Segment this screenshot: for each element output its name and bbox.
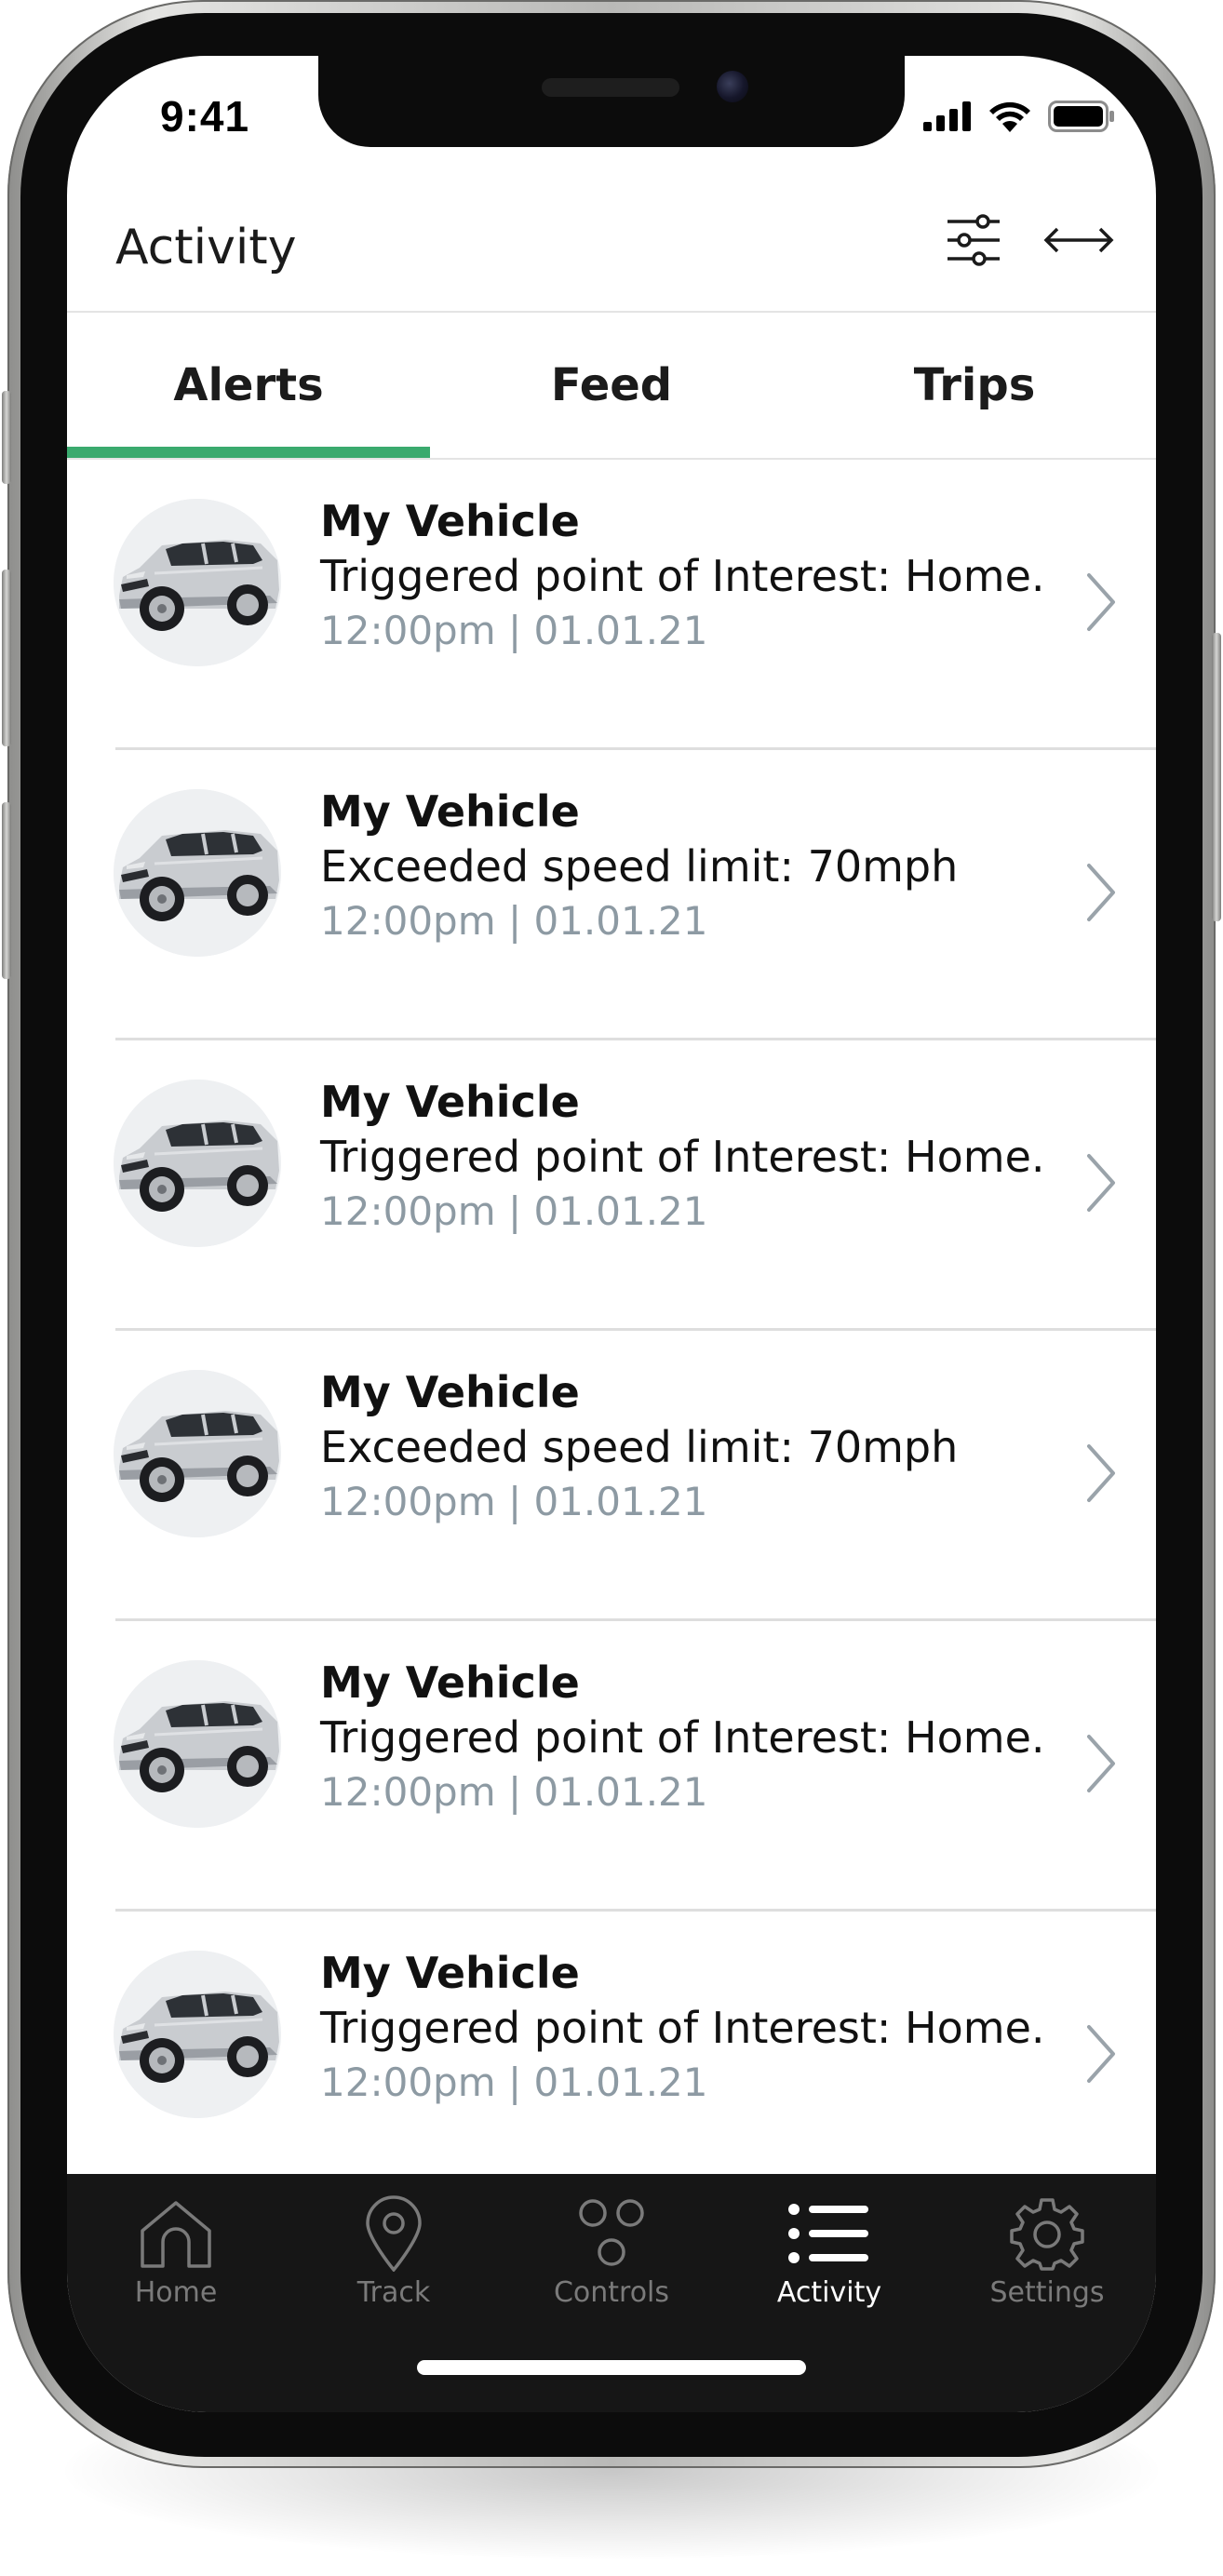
alert-message: Triggered point of Interest: Home. [320,2003,1045,2053]
page-title: Activity [115,220,297,275]
alert-text: My Vehicle Triggered point of Interest: … [320,1074,1065,1240]
vehicle-avatar [114,499,281,666]
alert-row[interactable]: My Vehicle Exceeded speed limit: 70mph 1… [67,1331,1156,1621]
alert-message: Exceeded speed limit: 70mph [320,841,959,892]
alert-message: Triggered point of Interest: Home. [320,1132,1045,1182]
alert-row[interactable]: My Vehicle Triggered point of Interest: … [67,1621,1156,1912]
alert-timestamp: 12:00pm | 01.01.21 [320,898,708,944]
chevron-right-icon [1082,570,1119,635]
tabbar-label-track: Track [356,2276,431,2309]
header-actions [946,214,1115,270]
home-icon [134,2194,218,2273]
chevron-right-icon [1082,2021,1119,2086]
tabbar-label-activity: Activity [776,2276,882,2309]
alert-text: My Vehicle Exceeded speed limit: 70mph 1… [320,784,1065,949]
chevron-right-icon [1082,1441,1119,1506]
expand-arrows-icon[interactable] [1042,226,1115,258]
alert-row[interactable]: My Vehicle Exceeded speed limit: 70mph 1… [67,750,1156,1040]
list-icon [787,2194,871,2273]
alert-text: My Vehicle Exceeded speed limit: 70mph 1… [320,1364,1065,1530]
alert-vehicle-name: My Vehicle [320,1077,580,1127]
tabbar-label-settings: Settings [989,2276,1105,2309]
gear-icon [1005,2194,1089,2273]
notch [318,56,905,147]
alert-timestamp: 12:00pm | 01.01.21 [320,1479,708,1524]
volume-up-button [2,570,11,746]
tabbar-item-controls[interactable]: Controls [503,2194,720,2309]
chevron-right-icon [1082,1150,1119,1215]
chevron-right-icon [1082,860,1119,925]
volume-down-button [2,802,11,979]
location-pin-icon [352,2194,436,2273]
alert-timestamp: 12:00pm | 01.01.21 [320,1188,708,1234]
phone-mockup: 9:41 Activity Alerts Feed Trips My Vehic… [0,0,1223,2576]
alert-timestamp: 12:00pm | 01.01.21 [320,1769,708,1815]
app-screen: 9:41 Activity Alerts Feed Trips My Vehic… [67,56,1156,2412]
tabbar-item-track[interactable]: Track [285,2194,503,2309]
alert-vehicle-name: My Vehicle [320,1948,580,1998]
alert-message: Triggered point of Interest: Home. [320,1712,1045,1763]
alert-timestamp: 12:00pm | 01.01.21 [320,608,708,653]
vehicle-avatar [114,789,281,957]
tabbar-label-controls: Controls [553,2276,670,2309]
tabbar-label-home: Home [134,2276,218,2309]
tab-feed[interactable]: Feed [430,313,793,458]
alert-timestamp: 12:00pm | 01.01.21 [320,2059,708,2105]
alert-text: My Vehicle Triggered point of Interest: … [320,1945,1065,2111]
tab-alerts[interactable]: Alerts [67,313,430,458]
alert-row[interactable]: My Vehicle Triggered point of Interest: … [67,1040,1156,1331]
bottom-tab-bar: Home Track Controls Activity Settings [67,2174,1156,2412]
vehicle-avatar [114,1080,281,1247]
alert-vehicle-name: My Vehicle [320,496,580,546]
home-indicator[interactable] [417,2360,806,2375]
tabbar-item-settings[interactable]: Settings [938,2194,1156,2309]
alert-vehicle-name: My Vehicle [320,786,580,837]
alert-message: Triggered point of Interest: Home. [320,551,1045,601]
alert-list: My Vehicle Triggered point of Interest: … [67,460,1156,2202]
vehicle-avatar [114,1660,281,1828]
vehicle-avatar [114,1370,281,1537]
silent-switch [2,391,11,484]
alert-text: My Vehicle Triggered point of Interest: … [320,493,1065,659]
tabbar-item-home[interactable]: Home [67,2194,285,2309]
alert-row[interactable]: My Vehicle Triggered point of Interest: … [67,460,1156,750]
front-camera [717,71,748,102]
battery-icon [1048,101,1115,136]
filter-sliders-icon[interactable] [946,214,1001,270]
status-icons [923,101,1115,136]
status-time: 9:41 [160,92,250,141]
alert-row[interactable]: My Vehicle Triggered point of Interest: … [67,1912,1156,2202]
alert-vehicle-name: My Vehicle [320,1657,580,1708]
wifi-icon [988,101,1031,136]
activity-tabs: Alerts Feed Trips [67,313,1156,458]
controls-dots-icon [570,2194,653,2273]
tabbar-item-activity[interactable]: Activity [720,2194,938,2309]
tab-trips[interactable]: Trips [793,313,1156,458]
signal-icon [923,101,972,135]
alert-vehicle-name: My Vehicle [320,1367,580,1417]
chevron-right-icon [1082,1731,1119,1796]
alert-message: Exceeded speed limit: 70mph [320,1422,959,1472]
alert-text: My Vehicle Triggered point of Interest: … [320,1655,1065,1820]
power-button [1212,633,1221,921]
vehicle-avatar [114,1951,281,2118]
earpiece-speaker [542,78,679,97]
